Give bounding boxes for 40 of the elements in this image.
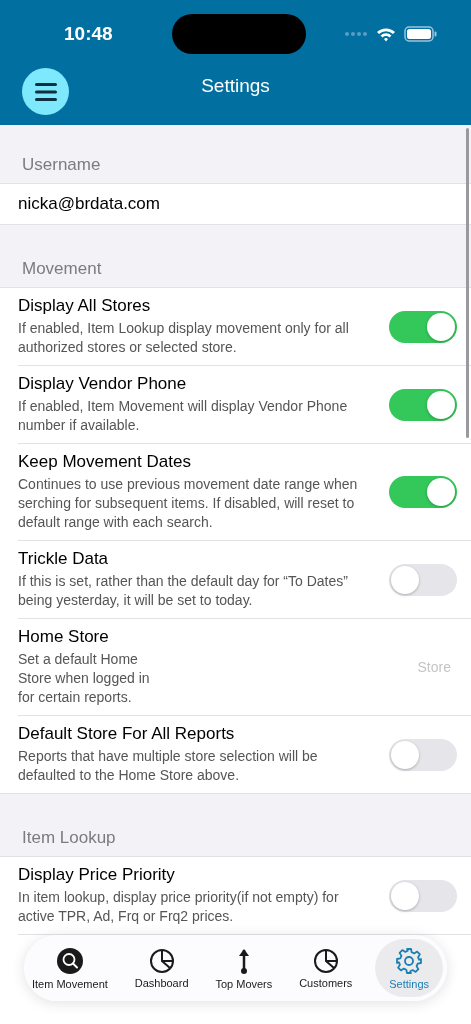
- page-title: Settings: [201, 74, 270, 97]
- toggle-switch[interactable]: [389, 738, 457, 771]
- pie-chart-icon: [148, 947, 175, 974]
- setting-title: Keep Movement Dates: [18, 452, 192, 472]
- tab-item[interactable]: Dashboard: [130, 939, 193, 997]
- signal-icon: [344, 31, 368, 37]
- menu-icon: [33, 81, 58, 102]
- section-header: Movement: [21, 259, 103, 280]
- setting-description: Continues to use previous movement date range when serching for subsequent items. If disabled, will reset to default range with each search.: [18, 475, 359, 532]
- setting-title: Trickle Data: [18, 549, 110, 569]
- setting-description: Reports that have multiple store selection will be defaulted to the Home Store above.: [18, 747, 319, 785]
- section-header: Username: [21, 155, 102, 176]
- settings-icon: [395, 946, 424, 975]
- setting-description: If enabled, Item Movement will display Vendor Phone number if available.: [18, 397, 349, 435]
- tab-item[interactable]: Customers: [295, 939, 357, 997]
- battery-icon: [404, 26, 437, 42]
- wifi-icon: [376, 26, 396, 42]
- pie-chart-icon: [312, 947, 339, 974]
- setting-title: Default Store For All Reports: [18, 724, 236, 744]
- toggle-switch[interactable]: [389, 476, 457, 508]
- toggle-switch[interactable]: [389, 310, 457, 343]
- toggle-switch[interactable]: [389, 388, 457, 421]
- setting-description: If this is set, rather than the default day for “To Dates” being yesterday, it will be set to today.: [18, 572, 349, 610]
- setting-title: Display Vendor Phone: [18, 374, 188, 394]
- setting-description: If enabled, Item Lookup display movement only for all authorized stores or selected store.: [18, 319, 350, 357]
- tab-item[interactable]: Item Movement: [28, 939, 112, 997]
- setting-description: Set a default Home Store when logged in for certain reports.: [18, 650, 151, 707]
- username-value: nicka@brdata.com: [18, 193, 160, 215]
- status-time: 10:48: [64, 23, 114, 45]
- tab-item[interactable]: Settings: [375, 939, 443, 997]
- toggle-switch[interactable]: [389, 563, 457, 596]
- setting-title: Home Store: [18, 627, 110, 647]
- toggle-switch[interactable]: [389, 879, 457, 912]
- setting-title: Display Price Priority: [18, 865, 176, 885]
- section-header: Item Lookup: [21, 828, 117, 849]
- search-icon: [55, 946, 84, 975]
- menu-button[interactable]: [22, 68, 69, 115]
- setting-title: Display All Stores: [18, 296, 152, 316]
- tab-item[interactable]: Top Movers: [211, 939, 277, 997]
- setting-description: In item lookup, display price priority(if not empty) for active TPR, Ad, Frq or Frq2 prices.: [18, 888, 340, 926]
